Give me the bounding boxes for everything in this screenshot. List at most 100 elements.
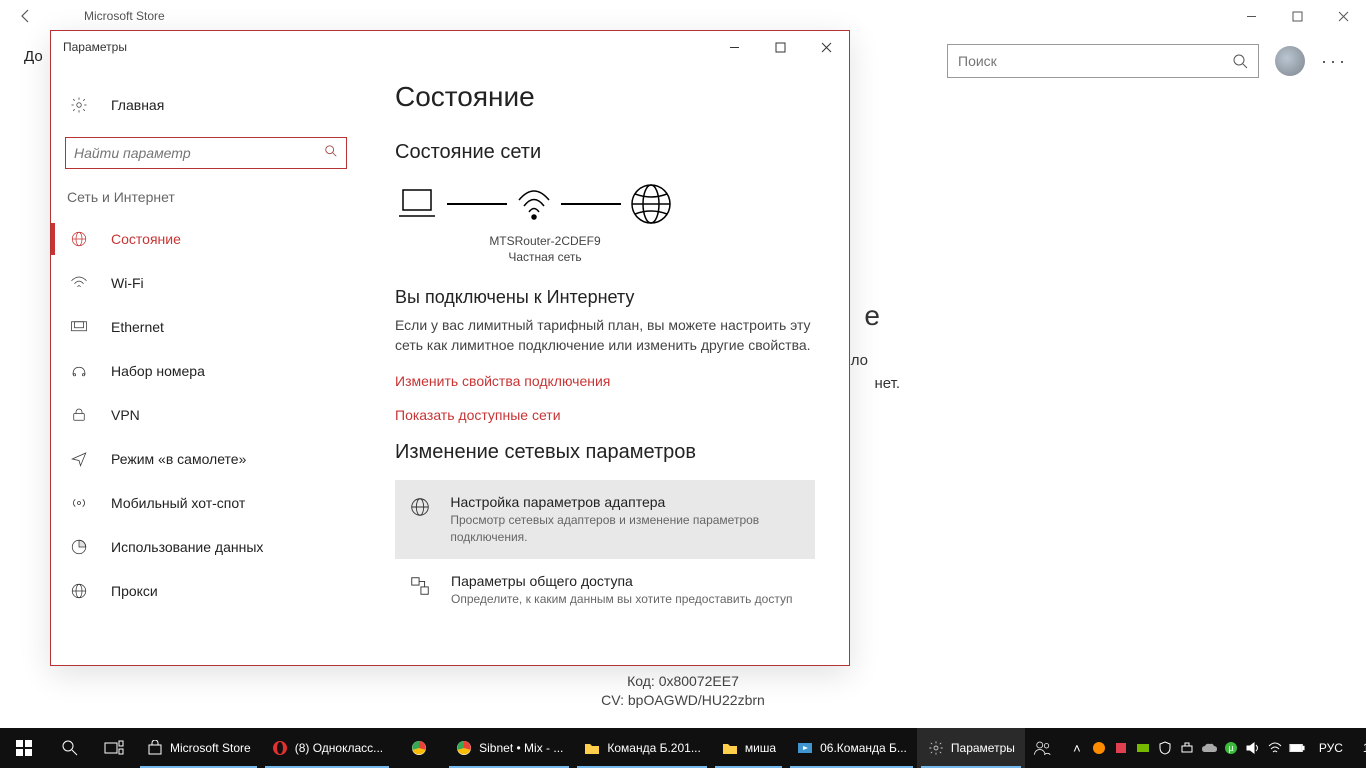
- taskbar-item-opera[interactable]: (8) Однокласс...: [261, 728, 393, 768]
- tray-onedrive-icon[interactable]: [1201, 740, 1217, 756]
- taskbar: Microsoft Store (8) Однокласс... Sibnet …: [0, 728, 1366, 768]
- taskbar-item-chrome-sibnet[interactable]: Sibnet • Mix - ...: [445, 728, 573, 768]
- taskbar-item-settings[interactable]: Параметры: [917, 728, 1025, 768]
- tray-volume-icon[interactable]: [1245, 740, 1261, 756]
- sidebar-item-status[interactable]: Состояние: [51, 217, 361, 261]
- sidebar-home-label: Главная: [111, 97, 164, 113]
- airplane-icon: [69, 450, 89, 468]
- settings-search-box[interactable]: [65, 137, 347, 169]
- tray-nvidia-icon[interactable]: [1135, 740, 1151, 756]
- connected-description: Если у вас лимитный тарифный план, вы мо…: [395, 316, 815, 355]
- tray-utorrent-icon[interactable]: µ: [1223, 740, 1239, 756]
- tile-title: Настройка параметров адаптера: [450, 494, 801, 510]
- section-change-network-settings: Изменение сетевых параметров: [395, 441, 815, 464]
- hotspot-icon: [69, 494, 89, 512]
- store-icon: [146, 739, 164, 757]
- sidebar-item-label: Состояние: [111, 231, 181, 247]
- settings-titlebar: Параметры: [51, 31, 849, 63]
- section-network-status: Состояние сети: [395, 141, 815, 164]
- task-view-button[interactable]: [92, 728, 136, 768]
- dialup-icon: [69, 364, 89, 378]
- link-change-connection-properties[interactable]: Изменить свойства подключения: [395, 373, 815, 389]
- tray-defender-icon[interactable]: [1157, 740, 1173, 756]
- tray-battery-icon[interactable]: [1289, 740, 1305, 756]
- language-indicator[interactable]: РУС: [1315, 741, 1347, 755]
- tray-wifi-icon[interactable]: [1267, 740, 1283, 756]
- taskbar-search-button[interactable]: [48, 728, 92, 768]
- opera-icon: [271, 739, 289, 757]
- sidebar-item-label: Режим «в самолете»: [111, 451, 246, 467]
- store-window-title: Microsoft Store: [44, 9, 165, 23]
- sidebar-item-wifi[interactable]: Wi-Fi: [51, 261, 361, 305]
- globe-icon: [69, 230, 89, 248]
- taskbar-item-chrome-pinned[interactable]: [393, 728, 445, 768]
- sidebar-item-proxy[interactable]: Прокси: [51, 569, 361, 613]
- back-button[interactable]: [8, 0, 44, 32]
- link-show-available-networks[interactable]: Показать доступные сети: [395, 407, 815, 423]
- laptop-icon: [395, 186, 439, 222]
- store-tab-home[interactable]: До: [24, 48, 43, 65]
- tray-app-icon[interactable]: [1113, 740, 1129, 756]
- taskbar-item-microsoft-store[interactable]: Microsoft Store: [136, 728, 261, 768]
- sidebar-item-label: VPN: [111, 407, 140, 423]
- avatar[interactable]: [1275, 46, 1305, 76]
- tile-description: Определите, к каким данным вы хотите пре…: [451, 591, 792, 607]
- settings-sidebar: Главная Сеть и Интернет Состояние Wi-Fi …: [51, 63, 361, 665]
- start-button[interactable]: [0, 728, 48, 768]
- sidebar-item-label: Использование данных: [111, 539, 263, 555]
- sidebar-item-hotspot[interactable]: Мобильный хот-спот: [51, 481, 361, 525]
- gear-icon: [927, 739, 945, 757]
- tile-description: Просмотр сетевых адаптеров и изменение п…: [450, 512, 801, 544]
- taskbar-item-explorer-2[interactable]: миша: [711, 728, 786, 768]
- sidebar-item-vpn[interactable]: VPN: [51, 393, 361, 437]
- chrome-icon: [455, 739, 473, 757]
- proxy-icon: [69, 582, 89, 600]
- store-minimize-button[interactable]: [1228, 0, 1274, 32]
- store-close-button[interactable]: [1320, 0, 1366, 32]
- tile-sharing-options[interactable]: Параметры общего доступа Определите, к к…: [395, 559, 815, 621]
- store-titlebar: Microsoft Store: [0, 0, 1366, 32]
- store-error-codes: Код: 0x80072EE7 CV: bpOAGWD/HU22zbrn: [0, 670, 1366, 711]
- vpn-icon: [69, 408, 89, 422]
- connected-heading: Вы подключены к Интернету: [395, 287, 815, 308]
- taskbar-item-video[interactable]: 06.Команда Б...: [786, 728, 917, 768]
- sidebar-item-datausage[interactable]: Использование данных: [51, 525, 361, 569]
- gear-icon: [69, 96, 89, 114]
- sidebar-item-ethernet[interactable]: Ethernet: [51, 305, 361, 349]
- folder-icon: [583, 739, 601, 757]
- sharing-icon: [409, 573, 433, 597]
- network-diagram: [395, 182, 815, 226]
- sidebar-item-label: Мобильный хот-спот: [111, 495, 245, 511]
- settings-search-input[interactable]: [66, 138, 346, 168]
- chrome-icon: [410, 739, 428, 757]
- store-maximize-button[interactable]: [1274, 0, 1320, 32]
- page-title: Состояние: [395, 81, 815, 113]
- people-button[interactable]: [1025, 739, 1059, 757]
- error-cv: CV: bpOAGWD/HU22zbrn: [0, 692, 1366, 708]
- data-usage-icon: [69, 538, 89, 556]
- error-code: Код: 0x80072EE7: [0, 673, 1366, 689]
- search-icon: [1232, 53, 1248, 69]
- tray-chevron-icon[interactable]: ˄: [1069, 740, 1085, 756]
- tray-removable-icon[interactable]: [1179, 740, 1195, 756]
- store-search-box[interactable]: [947, 44, 1259, 78]
- taskbar-item-explorer-1[interactable]: Команда Б.201...: [573, 728, 710, 768]
- sidebar-item-label: Прокси: [111, 583, 158, 599]
- system-tray[interactable]: ˄ µ: [1069, 740, 1305, 756]
- video-icon: [796, 739, 814, 757]
- tile-adapter-settings[interactable]: Настройка параметров адаптера Просмотр с…: [395, 480, 815, 558]
- tray-avast-icon[interactable]: [1091, 740, 1107, 756]
- sidebar-item-label: Wi-Fi: [111, 275, 144, 291]
- taskbar-clock[interactable]: 14:18: [1357, 741, 1366, 755]
- sidebar-item-dialup[interactable]: Набор номера: [51, 349, 361, 393]
- tile-title: Параметры общего доступа: [451, 573, 792, 589]
- sidebar-item-airplane[interactable]: Режим «в самолете»: [51, 437, 361, 481]
- store-search-input[interactable]: [958, 53, 1232, 69]
- settings-minimize-button[interactable]: [711, 31, 757, 63]
- adapter-icon: [409, 494, 432, 518]
- settings-close-button[interactable]: [803, 31, 849, 63]
- sidebar-category: Сеть и Интернет: [51, 189, 361, 217]
- sidebar-home[interactable]: Главная: [51, 85, 361, 125]
- settings-maximize-button[interactable]: [757, 31, 803, 63]
- more-button[interactable]: ···: [1321, 51, 1348, 72]
